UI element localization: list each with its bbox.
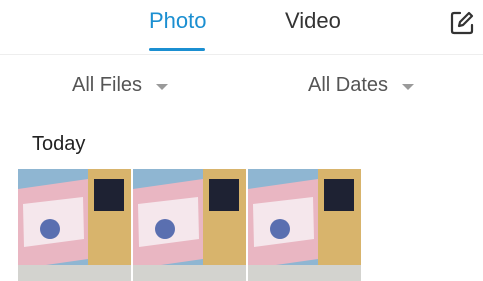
- tab-video[interactable]: Video: [285, 7, 341, 35]
- file-type-filter[interactable]: All Files: [72, 74, 169, 97]
- photo-thumbnail[interactable]: [133, 169, 246, 281]
- photo-thumbnail[interactable]: [248, 169, 361, 281]
- section-heading: Today: [32, 133, 86, 155]
- active-tab-indicator: [149, 48, 205, 51]
- filter-row: All Files All Dates: [0, 62, 483, 112]
- date-filter-label: All Dates: [308, 74, 389, 96]
- date-filter[interactable]: All Dates: [308, 74, 415, 97]
- album-screen: Photo Video All Files All Dates Today: [0, 0, 483, 281]
- edit-icon: [450, 11, 474, 35]
- media-tab-bar: Photo Video: [0, 0, 483, 55]
- tab-photo[interactable]: Photo: [149, 7, 207, 35]
- file-type-filter-label: All Files: [72, 74, 143, 96]
- chevron-down-icon: [156, 83, 169, 90]
- edit-button[interactable]: [449, 10, 475, 36]
- chevron-down-icon: [402, 83, 415, 90]
- photo-thumbnail[interactable]: [18, 169, 131, 281]
